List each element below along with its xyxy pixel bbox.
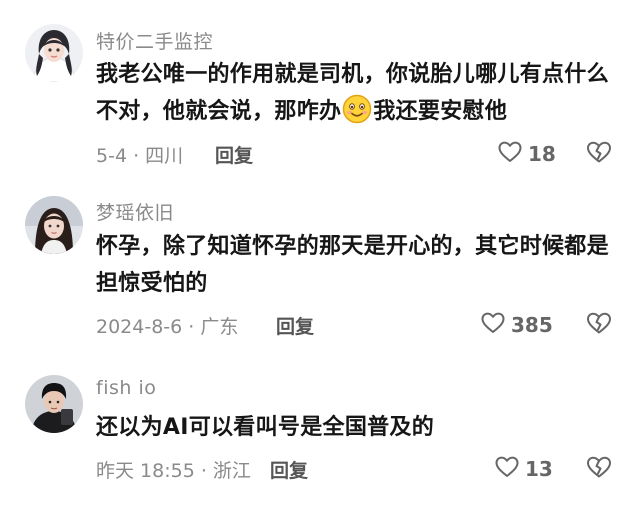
like-count: 13	[525, 457, 553, 481]
avatar[interactable]	[25, 196, 83, 254]
comment-username[interactable]: 特价二手监控	[96, 27, 213, 54]
like-button[interactable]: 385	[480, 310, 553, 340]
like-button[interactable]: 13	[494, 454, 553, 484]
dislike-button[interactable]	[585, 310, 613, 340]
comment-text: 怀孕，除了知道怀孕的那天是开心的，其它时候都是担惊受怕的	[96, 234, 609, 296]
like-count: 18	[528, 142, 556, 166]
comment-item: 梦瑶依旧 怀孕，除了知道怀孕的那天是开心的，其它时候都是担惊受怕的 2024-8…	[0, 175, 640, 345]
heart-outline-icon	[494, 454, 520, 484]
comment-item: 特价二手监控 我老公唯一的作用就是司机，你说胎儿哪儿有点什么不对，他就会说，那咋…	[0, 0, 640, 175]
comment-text: 还以为AI可以看叫号是全国普及的	[96, 415, 435, 440]
comment-date-location: 5-4 · 四川	[96, 145, 184, 167]
broken-heart-icon	[585, 141, 613, 169]
comment-date-location: 昨天 18:55 · 浙江	[96, 460, 251, 482]
dislike-button[interactable]	[585, 139, 613, 169]
like-button[interactable]: 18	[497, 139, 556, 169]
smiling-face-emoji-icon	[342, 94, 372, 124]
avatar[interactable]	[25, 375, 83, 433]
avatar[interactable]	[25, 24, 83, 82]
comment-item: fish io 还以为AI可以看叫号是全国普及的 昨天 18:55 · 浙江 回…	[0, 345, 640, 507]
comment-username[interactable]: 梦瑶依旧	[96, 198, 174, 225]
reply-button[interactable]: 回复	[215, 141, 253, 168]
comment-username[interactable]: fish io	[96, 377, 156, 399]
reply-button[interactable]: 回复	[270, 456, 308, 483]
like-count: 385	[511, 313, 553, 337]
comment-date-location: 2024-8-6 · 广东	[96, 316, 239, 338]
heart-outline-icon	[497, 139, 523, 169]
reply-button[interactable]: 回复	[276, 312, 314, 339]
dislike-button[interactable]	[585, 454, 613, 484]
heart-outline-icon	[480, 310, 506, 340]
comment-text: 我老公唯一的作用就是司机，你说胎儿哪儿有点什么不对，他就会说，那咋办 我还要安慰…	[96, 56, 626, 130]
broken-heart-icon	[585, 312, 613, 340]
broken-heart-icon	[585, 456, 613, 484]
comment-text-part: 我还要安慰他	[373, 99, 508, 124]
